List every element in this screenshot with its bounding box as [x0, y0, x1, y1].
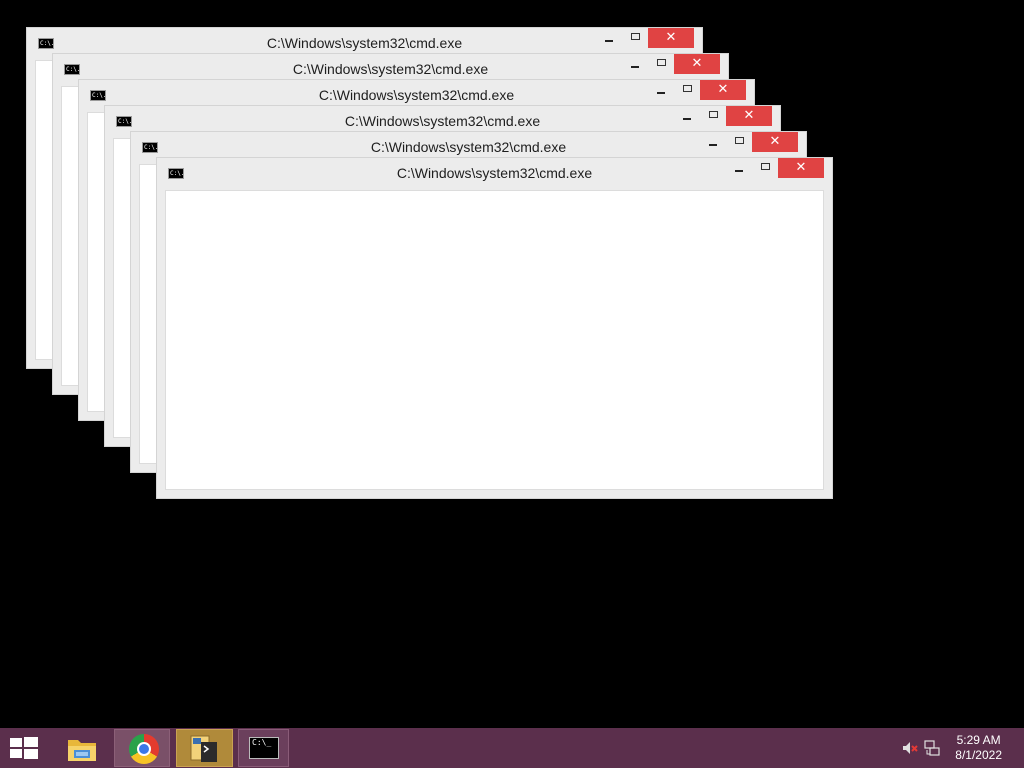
maximize-button[interactable]	[726, 132, 752, 152]
taskbar-command-prompt[interactable]: C:\_	[238, 729, 289, 767]
close-button[interactable]: ✕	[752, 132, 798, 152]
taskbar-python-app[interactable]	[176, 729, 233, 767]
close-button[interactable]: ✕	[700, 80, 746, 100]
close-button[interactable]: ✕	[778, 158, 824, 178]
console-area[interactable]	[165, 190, 824, 490]
maximize-button[interactable]	[752, 158, 778, 178]
windows-logo-icon[interactable]	[10, 737, 38, 759]
minimize-button[interactable]	[674, 106, 700, 126]
desktop: C:\. C:\Windows\system32\cmd.exe ✕ C:\. …	[0, 0, 1024, 728]
clock[interactable]: 5:29 AM 8/1/2022	[955, 733, 1002, 763]
close-button[interactable]: ✕	[726, 106, 772, 126]
minimize-button[interactable]	[726, 158, 752, 178]
close-button[interactable]: ✕	[648, 28, 694, 48]
clock-time: 5:29 AM	[956, 733, 1001, 747]
minimize-button[interactable]	[622, 54, 648, 74]
taskbar-chrome[interactable]	[114, 729, 170, 767]
chrome-icon	[129, 734, 159, 764]
title-bar[interactable]: C:\. C:\Windows\system32\cmd.exe ✕	[157, 158, 832, 190]
maximize-button[interactable]	[700, 106, 726, 126]
python-icon	[190, 735, 217, 762]
close-button[interactable]: ✕	[674, 54, 720, 74]
minimize-button[interactable]	[700, 132, 726, 152]
minimize-button[interactable]	[648, 80, 674, 100]
volume-muted-icon[interactable]	[902, 741, 918, 755]
maximize-button[interactable]	[648, 54, 674, 74]
cmd-window-6[interactable]: C:\. C:\Windows\system32\cmd.exe ✕	[156, 157, 833, 499]
maximize-button[interactable]	[622, 28, 648, 48]
cmd-icon: C:\_	[249, 737, 279, 759]
maximize-button[interactable]	[674, 80, 700, 100]
system-tray: 5:29 AM 8/1/2022	[884, 728, 1024, 768]
clock-date: 8/1/2022	[955, 748, 1002, 762]
minimize-button[interactable]	[596, 28, 622, 48]
taskbar: C:\_ 5:29 AM 8/1/2022	[0, 728, 1024, 768]
taskbar-file-explorer[interactable]	[58, 729, 114, 767]
network-icon[interactable]	[924, 740, 940, 756]
folder-icon	[68, 740, 96, 761]
